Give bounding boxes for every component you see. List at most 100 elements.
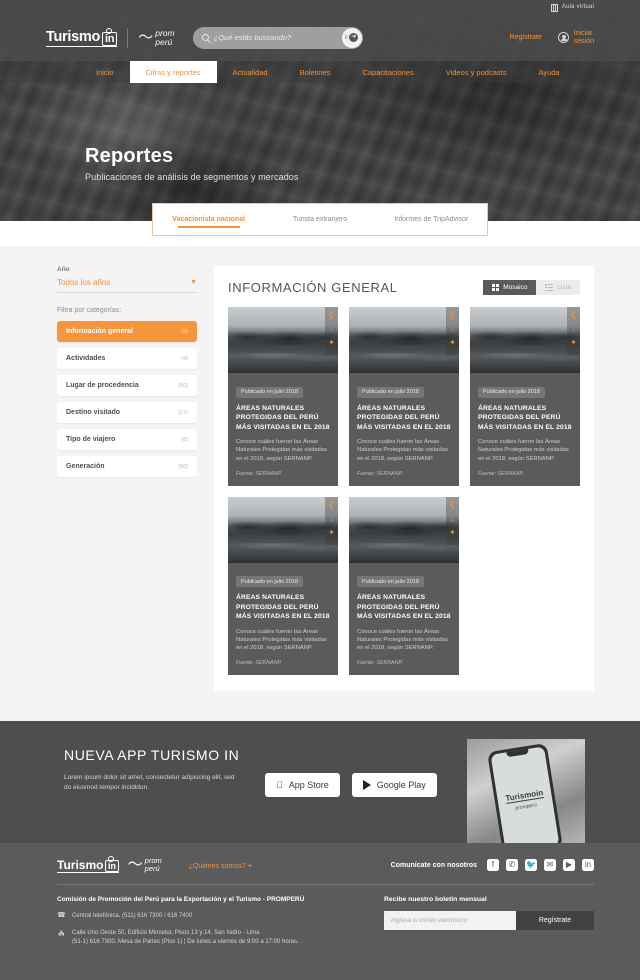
newsletter-email-input[interactable] [384, 911, 516, 931]
report-card-actions: ❮ ↓ ✦ [567, 307, 580, 356]
report-card-body: Publicado en julio 2018 ÁREAS NATURALES P… [228, 563, 338, 676]
pin-icon[interactable]: ✦ [570, 339, 577, 347]
category-item-informaci-n-general[interactable]: Información general (9) [57, 321, 197, 342]
category-item-tipo-de-viajero[interactable]: Tipo de viajero (8) [57, 429, 197, 450]
nav-item-capacitaciones[interactable]: Capacitaciones [346, 61, 429, 83]
brand-logo[interactable]: Turismo in 〜 prom perú [46, 27, 175, 48]
google-play-button[interactable]: Google Play [351, 773, 437, 798]
search-submit-button[interactable]: ir ➜ [341, 27, 362, 48]
report-card-actions: ❮ ↓ ✦ [325, 496, 338, 545]
footer-top-row: Turismo in 〜 prom perú ¿Quiénes somos? + … [57, 856, 594, 874]
facebook-icon[interactable]: f [487, 859, 499, 872]
category-item-generaci-n[interactable]: Generación (50) [57, 456, 197, 477]
app-promo-banner: NUEVA APP TURISMO IN Lorem ipsum dolor s… [0, 721, 640, 844]
pin-icon[interactable]: ✦ [449, 528, 456, 537]
download-icon[interactable]: ↓ [330, 514, 334, 523]
nav-item-ayuda[interactable]: Ayuda [522, 61, 575, 83]
search-bar[interactable]: ir ➜ [192, 26, 363, 49]
report-card-title: ÁREAS NATURALES PROTEGIDAS DEL PERÚ MÁS … [357, 404, 451, 431]
phone-photo: Turismoin promperú [467, 739, 585, 844]
pin-icon[interactable]: ✦ [449, 339, 456, 347]
aula-virtual-link[interactable]: Aula virtual [550, 4, 594, 12]
nav-item-inicio[interactable]: Inicio [80, 61, 130, 83]
report-card-body: Publicado en julio 2018 ÁREAS NATURALES P… [470, 373, 580, 486]
report-card-title: ÁREAS NATURALES PROTEGIDAS DEL PERÚ MÁS … [236, 594, 330, 621]
quienes-somos-link[interactable]: ¿Quiénes somos? + [189, 861, 252, 870]
pin-icon[interactable]: ✦ [328, 528, 335, 537]
twitter-icon[interactable]: 🐦 [525, 859, 537, 872]
download-icon[interactable]: ↓ [451, 325, 455, 333]
tab-turista-extranjero[interactable]: Turista extranjero [264, 204, 375, 235]
segment-tabs: Vacacionista nacional Turista extranjero I… [152, 203, 488, 236]
registrate-link[interactable]: Regístrate [509, 34, 541, 41]
footer-promperu-logo: 〜 prom perú [127, 856, 162, 874]
share-icon[interactable]: ❮ [328, 311, 335, 319]
search-input[interactable] [213, 33, 329, 42]
nav-item-cifras-y-reportes[interactable]: Cifras y reportes [129, 61, 217, 83]
plus-icon: + [247, 860, 253, 870]
nav-item-videos-y-podcasts[interactable]: Videos y podcasts [430, 61, 523, 83]
newsletter-title: Recibe nuestro boletín mensual [384, 896, 487, 904]
pin-icon[interactable]: ✦ [328, 339, 335, 347]
newsletter-submit-button[interactable]: Regístrate [516, 911, 594, 931]
share-icon[interactable]: ❮ [570, 311, 577, 319]
view-lista-button[interactable]: Lista [536, 280, 580, 296]
brand-turismo-text: Turismo in [46, 27, 118, 47]
report-card-body: Publicado en julio 2018 ÁREAS NATURALES P… [349, 373, 459, 486]
iniciar-sesion-button[interactable]: Iniciar sesión [557, 30, 594, 46]
report-card[interactable]: ❮ ↓ ✦ Publicado en julio 2018 ÁREAS NATURALE… [228, 496, 338, 676]
newsletter-column: Recibe nuestro boletín mensual Regístrat… [384, 896, 594, 955]
download-icon[interactable]: ↓ [451, 514, 455, 523]
youtube-icon[interactable]: ▶ [563, 859, 575, 872]
nav-item-actualidad[interactable]: Actualidad [217, 61, 284, 83]
nav-item-boletines[interactable]: Boletines [284, 61, 347, 83]
category-item-lugar-de-procedencia[interactable]: Lugar de procedencia (50) [57, 375, 197, 396]
page-subtitle: Publicaciones de análisis de segmentos y… [85, 172, 299, 182]
report-card[interactable]: ❮ ↓ ✦ Publicado en julio 2018 ÁREAS NATURALE… [349, 496, 459, 676]
main-navigation: Inicio Cifras y reportes Actualidad Boletin… [0, 61, 640, 83]
report-card-description: Conoce cuáles fueron las Áreas Naturales… [236, 439, 327, 462]
whatsapp-icon[interactable]: ✆ [506, 859, 518, 872]
footer-organization: Comisión de Promoción del Perú para la E… [57, 896, 305, 904]
user-icon [557, 32, 569, 43]
chevron-down-icon: ▼ [190, 279, 197, 286]
go-arrow-icon: ➜ [349, 33, 359, 42]
site-footer: Turismo in 〜 prom perú ¿Quiénes somos? + … [0, 843, 640, 980]
share-icon[interactable]: ❮ [449, 500, 456, 509]
footer-brand[interactable]: Turismo in 〜 prom perú ¿Quiénes somos? + [57, 856, 252, 874]
view-toggle: Mosaico Lista [483, 280, 580, 296]
report-card[interactable]: ❮ ↓ ✦ Publicado en julio 2018 ÁREAS NATURALE… [470, 307, 580, 486]
footer-divider [57, 884, 594, 886]
tab-vacacionista-nacional[interactable]: Vacacionista nacional [153, 204, 264, 235]
footer-address-line2: (51-1) 616 7300. Mesa de Partes (Piso 1)… [72, 939, 299, 946]
site-header: Turismoin 〜 prom perú ir ➜ Regístrate [0, 14, 640, 61]
share-icon[interactable]: ❮ [449, 311, 456, 319]
tab-informes-de-tripadvisor[interactable]: Informes de TripAdvisor [376, 204, 487, 235]
category-item-actividades[interactable]: Actividades (4) [57, 348, 197, 369]
linkedin-icon[interactable]: in [582, 859, 594, 872]
footer-contact-column: Comisión de Promoción del Perú para la E… [57, 896, 357, 955]
email-icon[interactable]: ✉ [544, 859, 556, 872]
report-card-image: ❮ ↓ ✦ [349, 307, 459, 374]
footer-address-row: ⛪ Calle Uno Oeste 50, Edificio Mincetur,… [57, 929, 357, 948]
footer-promperu-swoosh-icon: 〜 [127, 856, 143, 874]
grid-icon [492, 284, 500, 292]
category-name: Actividades [66, 355, 106, 362]
panel-header: INFORMACIÓN GENERAL Mosaico Lista [228, 280, 580, 296]
category-count: (50) [178, 382, 188, 389]
app-store-button[interactable]:  App Store [265, 773, 340, 798]
header-account-area: Regístrate Iniciar sesión [509, 30, 594, 46]
category-count: (50) [178, 463, 188, 470]
report-card-image: ❮ ↓ ✦ [470, 307, 580, 374]
year-select[interactable]: Todos los años ▼ [57, 278, 197, 293]
download-icon[interactable]: ↓ [330, 325, 334, 333]
share-icon[interactable]: ❮ [328, 500, 335, 509]
category-count: (9) [181, 328, 188, 335]
report-card[interactable]: ❮ ↓ ✦ Publicado en julio 2018 ÁREAS NATURALE… [349, 307, 459, 486]
download-icon[interactable]: ↓ [572, 325, 576, 333]
view-lista-label: Lista [557, 284, 571, 292]
report-card[interactable]: ❮ ↓ ✦ Publicado en julio 2018 ÁREAS NATURALE… [228, 307, 338, 486]
footer-in-badge: in [105, 856, 119, 872]
category-item-destino-visitado[interactable]: Destino visitado (27) [57, 402, 197, 423]
view-mosaico-button[interactable]: Mosaico [483, 280, 537, 296]
